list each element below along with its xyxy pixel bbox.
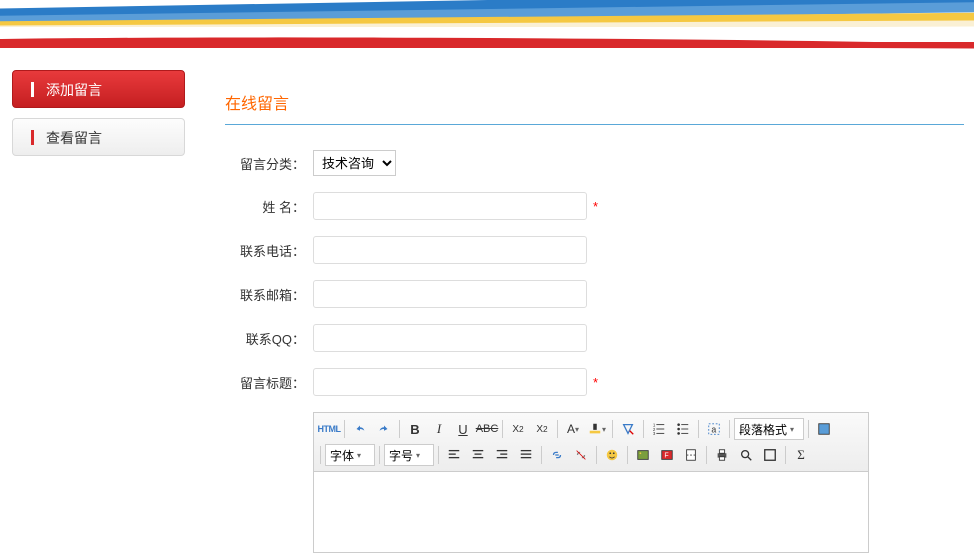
indicator-bar [31, 82, 34, 97]
font-size-dropdown[interactable]: 字号▾ [384, 444, 434, 466]
input-email[interactable] [313, 280, 587, 308]
bold-icon[interactable]: B [404, 418, 426, 440]
unordered-list-icon[interactable] [672, 418, 694, 440]
maximize-icon[interactable] [759, 444, 781, 466]
italic-icon[interactable]: I [428, 418, 450, 440]
svg-text:a: a [711, 425, 716, 435]
undo-icon[interactable] [349, 418, 371, 440]
link-icon[interactable] [546, 444, 568, 466]
input-name[interactable] [313, 192, 587, 220]
html-source-button[interactable]: HTML [318, 418, 340, 440]
align-center-icon[interactable] [467, 444, 489, 466]
preview-icon[interactable] [735, 444, 757, 466]
superscript-icon[interactable]: X2 [507, 418, 529, 440]
unlink-icon[interactable] [570, 444, 592, 466]
content-area: 在线留言 留言分类： 技术咨询 姓 名： * 联系电话： 联系邮箱： 联系QQ：… [195, 70, 974, 553]
print-icon[interactable] [711, 444, 733, 466]
special-char-icon[interactable]: Σ [790, 444, 812, 466]
indicator-bar [31, 130, 34, 145]
sidebar: 添加留言 查看留言 [0, 70, 195, 553]
editor-content-area[interactable] [314, 472, 868, 552]
section-title: 在线留言 [225, 90, 964, 125]
align-right-icon[interactable] [491, 444, 513, 466]
align-justify-icon[interactable] [515, 444, 537, 466]
page-break-icon[interactable] [680, 444, 702, 466]
header-decoration [0, 0, 974, 52]
label-name: 姓 名： [225, 197, 305, 216]
flash-icon[interactable]: F [656, 444, 678, 466]
input-title[interactable] [313, 368, 587, 396]
input-phone[interactable] [313, 236, 587, 264]
label-qq: 联系QQ： [225, 329, 305, 348]
sidebar-item-view-message[interactable]: 查看留言 [12, 118, 185, 156]
select-category[interactable]: 技术咨询 [313, 150, 396, 176]
image-icon[interactable] [632, 444, 654, 466]
align-left-icon[interactable] [443, 444, 465, 466]
required-marker: * [593, 375, 598, 390]
sidebar-item-add-message[interactable]: 添加留言 [12, 70, 185, 108]
strikethrough-icon[interactable]: ABC [476, 418, 498, 440]
ordered-list-icon[interactable]: 123 [648, 418, 670, 440]
select-all-icon[interactable]: a [703, 418, 725, 440]
redo-icon[interactable] [373, 418, 395, 440]
sidebar-item-label: 添加留言 [46, 82, 102, 98]
svg-text:3: 3 [653, 431, 656, 436]
underline-icon[interactable]: U [452, 418, 474, 440]
font-color-icon[interactable]: A▾ [562, 418, 584, 440]
sidebar-item-label: 查看留言 [46, 130, 102, 146]
bg-color-icon[interactable]: ▾ [586, 418, 608, 440]
label-email: 联系邮箱： [225, 285, 305, 304]
fullscreen-icon[interactable] [813, 418, 835, 440]
label-phone: 联系电话： [225, 241, 305, 260]
svg-text:F: F [664, 453, 668, 460]
emoji-icon[interactable] [601, 444, 623, 466]
remove-format-icon[interactable] [617, 418, 639, 440]
input-qq[interactable] [313, 324, 587, 352]
rich-text-editor: HTML B I U ABC X2 X2 A▾ ▾ [313, 412, 869, 553]
required-marker: * [593, 199, 598, 214]
label-title: 留言标题： [225, 373, 305, 392]
editor-toolbar: HTML B I U ABC X2 X2 A▾ ▾ [314, 413, 868, 472]
subscript-icon[interactable]: X2 [531, 418, 553, 440]
label-category: 留言分类： [225, 154, 305, 173]
paragraph-format-dropdown[interactable]: 段落格式▾ [734, 418, 804, 440]
font-family-dropdown[interactable]: 字体▾ [325, 444, 375, 466]
